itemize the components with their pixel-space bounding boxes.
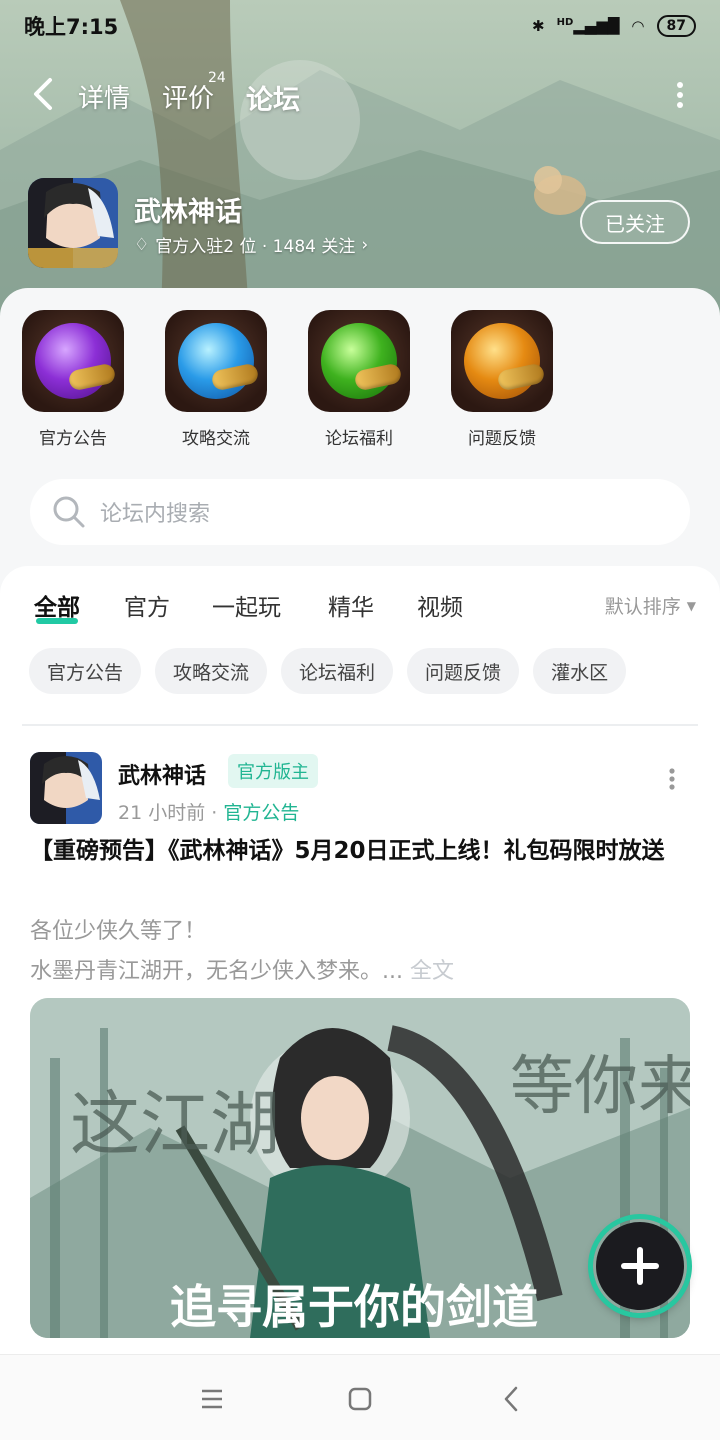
quick-entry-label: 攻略交流 — [182, 429, 250, 449]
chip-announcements[interactable]: 官方公告 — [29, 648, 142, 694]
feed-tabs: 全部 官方 一起玩 精华 视频 — [34, 588, 694, 628]
plus-icon — [621, 1247, 659, 1285]
caret-down-icon: ▼ — [686, 598, 696, 613]
battery-indicator: 87 — [656, 15, 696, 37]
chip-benefits[interactable]: 论坛福利 — [281, 648, 394, 694]
post-more-icon[interactable] — [668, 768, 676, 790]
feed-tab-official[interactable]: 官方 — [124, 588, 170, 622]
quick-entry-benefits[interactable]: 论坛福利 — [308, 310, 410, 449]
meta-separator: · — [211, 802, 224, 824]
chip-feedback[interactable]: 问题反馈 — [407, 648, 520, 694]
tab-details[interactable]: 详情 — [78, 78, 130, 115]
status-time: 晚上7:15 — [24, 15, 119, 39]
image-text-right: 等你来 — [510, 1050, 690, 1124]
image-caption: 追寻属于你的剑道 — [170, 1280, 538, 1334]
back-icon[interactable] — [498, 1385, 526, 1413]
search-placeholder: 论坛内搜索 — [100, 502, 211, 527]
read-full-link[interactable]: 全文 — [410, 959, 454, 984]
blue-orb-icon — [165, 310, 267, 412]
more-options-icon[interactable] — [676, 82, 684, 108]
post-excerpt-line: 各位少侠久等了！ — [30, 919, 207, 944]
back-arrow-icon[interactable] — [28, 76, 60, 112]
chevron-right-icon: › — [361, 234, 369, 255]
menu-icon[interactable] — [198, 1385, 226, 1413]
purple-orb-icon — [22, 310, 124, 412]
post-title[interactable]: 【重磅预告】《武林神话》5月20日正式上线！礼包码限时放送 — [30, 832, 694, 870]
game-title: 武林神话 — [134, 197, 242, 228]
forum-search-bar[interactable]: 论坛内搜索 — [30, 479, 690, 545]
orange-orb-icon — [451, 310, 553, 412]
bluetooth-icon: ✱ — [532, 17, 545, 35]
game-meta-text: 官方入驻2 位 · 1484 关注 — [155, 237, 356, 257]
post-time: 21 小时前 — [118, 802, 206, 824]
system-navigation-bar — [0, 1354, 720, 1440]
feed-tab-all[interactable]: 全部 — [34, 588, 80, 624]
quick-entry-announcements[interactable]: 官方公告 — [22, 310, 124, 449]
game-icon[interactable] — [28, 178, 118, 268]
forum-header-banner: 晚上7:15 ✱ HD▂▄▆█ ◠ 87 详情 评价 24 论坛 武林神话 ♢ … — [0, 0, 720, 330]
diamond-icon: ♢ — [134, 234, 150, 255]
quick-entries: 官方公告 攻略交流 论坛福利 问题反馈 — [22, 310, 553, 449]
feed-tab-video[interactable]: 视频 — [417, 588, 463, 622]
post-meta: 21 小时前 · 官方公告 — [118, 798, 299, 825]
sort-label: 默认排序 — [604, 596, 681, 618]
network-type: HD — [556, 17, 574, 28]
wifi-icon: ◠ — [631, 17, 645, 35]
quick-entry-label: 官方公告 — [39, 429, 107, 449]
tab-reviews[interactable]: 评价 — [162, 78, 214, 115]
quick-entry-label: 论坛福利 — [325, 429, 393, 449]
post-excerpt-line: 水墨丹青江湖开，无名少侠入梦来。... — [30, 959, 403, 984]
post-image[interactable]: 这江湖 等你来 追寻属于你的剑道 — [30, 998, 690, 1338]
quick-entry-feedback[interactable]: 问题反馈 — [451, 310, 553, 449]
post-excerpt[interactable]: 各位少侠久等了！ 水墨丹青江湖开，无名少侠入梦来。... 全文 — [30, 912, 694, 992]
feed-tab-play-together[interactable]: 一起玩 — [212, 588, 281, 622]
category-chips: 官方公告 攻略交流 论坛福利 问题反馈 灌水区 — [29, 648, 627, 694]
chip-chat[interactable]: 灌水区 — [533, 648, 627, 694]
forum-content: 官方公告 攻略交流 论坛福利 问题反馈 论坛内搜索 全部 官方 一起玩 精华 视… — [0, 288, 720, 1358]
post-category[interactable]: 官方公告 — [223, 802, 299, 824]
chip-guides[interactable]: 攻略交流 — [155, 648, 268, 694]
quick-entry-guides[interactable]: 攻略交流 — [165, 310, 267, 449]
follow-button[interactable]: 已关注 — [580, 200, 690, 244]
sort-dropdown[interactable]: 默认排序 ▼ — [605, 592, 696, 619]
home-icon[interactable] — [346, 1385, 374, 1413]
author-avatar[interactable] — [30, 752, 102, 824]
tab-forum[interactable]: 论坛 — [246, 78, 300, 117]
status-bar: 晚上7:15 ✱ HD▂▄▆█ ◠ 87 — [0, 0, 720, 52]
author-name[interactable]: 武林神话 — [118, 758, 206, 790]
moderator-badge: 官方版主 — [228, 754, 318, 788]
signal-icon: HD▂▄▆█ — [556, 17, 620, 35]
feed-tab-featured[interactable]: 精华 — [328, 588, 374, 622]
game-meta[interactable]: ♢ 官方入驻2 位 · 1484 关注 › — [134, 232, 369, 258]
top-nav: 详情 评价 24 论坛 — [0, 62, 720, 126]
image-text-left: 这江湖 — [70, 1083, 280, 1165]
quick-entry-label: 问题反馈 — [468, 429, 536, 449]
create-post-button[interactable] — [592, 1218, 688, 1314]
search-icon — [53, 496, 85, 528]
review-count-badge: 24 — [208, 70, 226, 86]
divider — [22, 724, 698, 726]
green-orb-icon — [308, 310, 410, 412]
